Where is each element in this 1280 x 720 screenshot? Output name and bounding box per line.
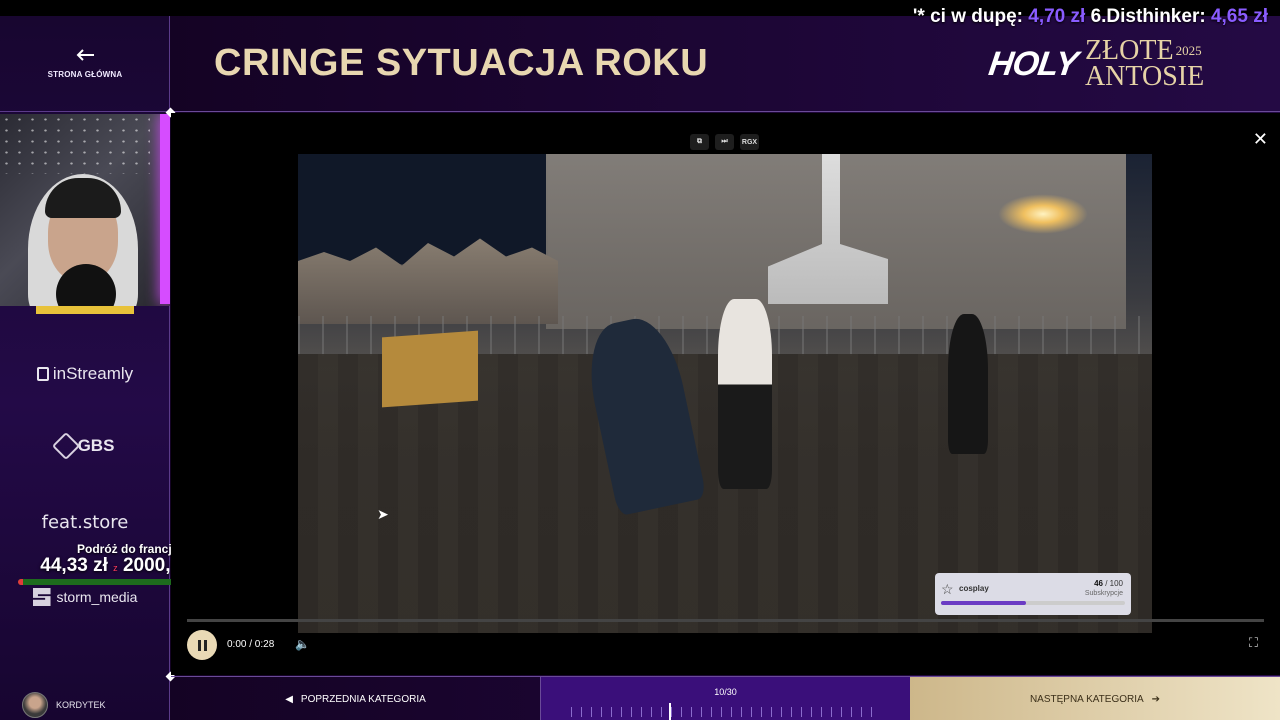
subscription-goal-card: ☆ cosplay 46 / 100 Subskrypcje bbox=[935, 573, 1131, 615]
category-nav: ◀ POPRZEDNIA KATEGORIA 10/30 NASTĘPNA KA… bbox=[171, 676, 1280, 720]
video-player[interactable]: ⧉ ⏭ RGX ✕ ☆ cosplay 46 / 100 Subskrypcje bbox=[171, 113, 1280, 675]
page-title: CRINGE SYTUACJA ROKU bbox=[214, 42, 709, 84]
close-icon[interactable]: ✕ bbox=[1253, 129, 1268, 150]
storm-logo-icon bbox=[32, 588, 51, 606]
category-current-marker bbox=[669, 703, 672, 720]
subscription-label: cosplay bbox=[959, 584, 989, 593]
arrow-left-icon: ◀ bbox=[285, 693, 293, 705]
category-progress: 10/30 bbox=[540, 677, 910, 720]
next-category-label: NASTĘPNA KATEGORIA bbox=[1029, 693, 1144, 705]
sponsor-storm-label: storm_media bbox=[56, 589, 138, 605]
goal-progress-fill bbox=[18, 579, 23, 585]
header: CRINGE SYTUACJA ROKU HOLY ZŁOTE 2025 ANTO… bbox=[171, 16, 1280, 112]
home-label: STRONA GŁÓWNA bbox=[47, 70, 123, 79]
prev-category-label: POPRZEDNIA KATEGORIA bbox=[300, 693, 426, 705]
time-display: 0:00 / 0:28 bbox=[227, 639, 275, 650]
category-ticks bbox=[571, 707, 881, 717]
sponsor-feat-store: feat.store bbox=[41, 512, 129, 533]
sponsor-instreamly-label: inStreamly bbox=[52, 364, 134, 383]
sidebar: STRONA GŁÓWNA inStreamly GBS feat.store … bbox=[0, 16, 170, 720]
gbs-logo-icon bbox=[51, 431, 80, 461]
goal-current: 44,33 zł bbox=[40, 555, 108, 576]
subscription-sub: Subskrypcje bbox=[1084, 590, 1123, 597]
mouse-cursor-icon: ➤ bbox=[377, 506, 389, 522]
subscription-count: 46 / 100 bbox=[1094, 579, 1123, 588]
brand-logo: HOLY ZŁOTE 2025 ANTOSIE bbox=[986, 37, 1205, 92]
prev-category-button[interactable]: ◀ POPRZEDNIA KATEGORIA bbox=[171, 677, 540, 720]
star-icon: ☆ bbox=[941, 581, 954, 597]
instreamly-logo-icon bbox=[36, 367, 49, 381]
sponsor-gbs-label: GBS bbox=[77, 436, 115, 455]
volume-icon[interactable]: 🔈 bbox=[295, 637, 310, 651]
pip-icon[interactable]: ⧉ bbox=[690, 134, 709, 150]
brand-line-2: ANTOSIE bbox=[1084, 61, 1205, 92]
sponsor-storm-media: storm_media bbox=[0, 588, 170, 606]
next-category-button[interactable]: NASTĘPNA KATEGORIA ➔ bbox=[910, 677, 1280, 720]
seek-bar[interactable] bbox=[187, 619, 1264, 622]
fullscreen-icon[interactable]: ⛶ bbox=[1249, 635, 1258, 651]
subscription-total: / 100 bbox=[1105, 579, 1123, 588]
category-counter: 10/30 bbox=[714, 687, 737, 697]
arrow-left-icon bbox=[76, 49, 94, 61]
arrow-right-icon: ➔ bbox=[1151, 693, 1161, 705]
brand-holy: HOLY bbox=[986, 44, 1080, 83]
home-button[interactable]: STRONA GŁÓWNA bbox=[0, 16, 170, 112]
user-name: KORDYTEK bbox=[56, 700, 106, 710]
avatar bbox=[22, 692, 48, 718]
video-frame[interactable]: ☆ cosplay 46 / 100 Subskrypcje bbox=[298, 154, 1152, 633]
pause-icon bbox=[197, 639, 207, 651]
webcam-feed bbox=[0, 114, 170, 306]
webcam-tab bbox=[36, 306, 134, 314]
sponsor-gbs: GBS bbox=[0, 431, 170, 461]
subscription-current: 46 bbox=[1094, 579, 1103, 588]
app-root: '* ci w dupę: 4,70 zł 6.Disthinker: 4,65… bbox=[0, 0, 1280, 720]
goal-separator: z bbox=[113, 563, 118, 573]
sponsor-instreamly: inStreamly bbox=[0, 364, 170, 384]
player-toolbar: ⧉ ⏭ RGX bbox=[690, 134, 759, 150]
rgx-button[interactable]: RGX bbox=[740, 134, 759, 150]
brand-year: 2025 bbox=[1175, 43, 1202, 58]
skip-icon[interactable]: ⏭ bbox=[715, 134, 734, 150]
subscription-bar-fill bbox=[941, 601, 1026, 605]
pause-button[interactable] bbox=[187, 630, 217, 660]
user-profile[interactable]: KORDYTEK bbox=[22, 692, 106, 718]
